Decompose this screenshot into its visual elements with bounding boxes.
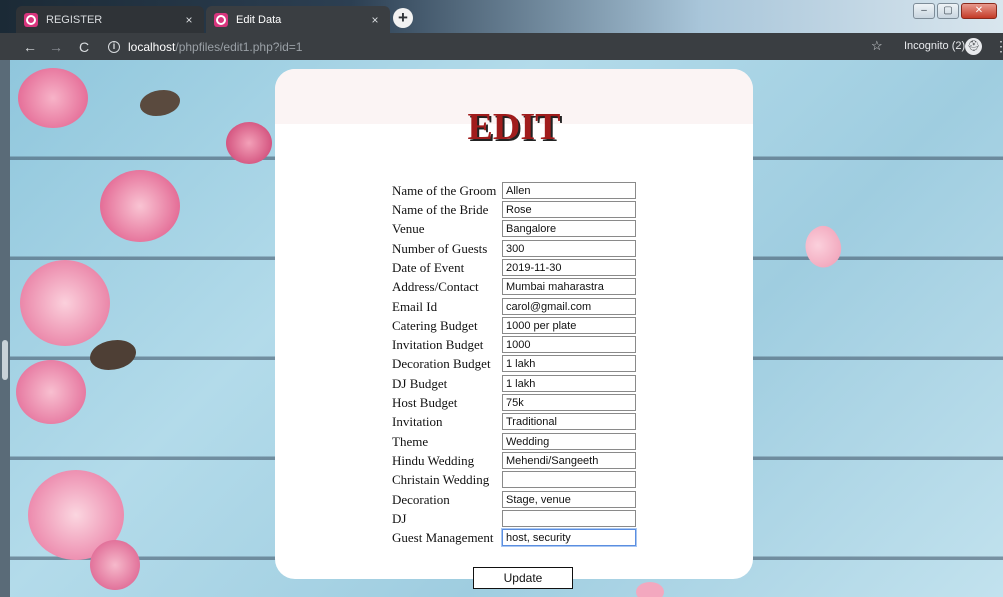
form-row-dj: DJ (392, 509, 636, 528)
bookmark-star-icon[interactable]: ☆ (871, 38, 883, 54)
close-icon[interactable]: × (182, 13, 196, 27)
tab-label: REGISTER (46, 13, 103, 26)
flower-decoration (100, 170, 180, 242)
form-row-address: Address/Contact (392, 277, 636, 296)
maximize-icon[interactable]: ▢ (937, 3, 959, 19)
form-row-dj-budget: DJ Budget (392, 374, 636, 393)
flower-decoration (226, 122, 272, 164)
back-arrow-icon[interactable]: ← (20, 39, 40, 55)
form-row-theme: Theme (392, 432, 636, 451)
field-label: Number of Guests (392, 240, 488, 256)
site-favicon-icon (214, 12, 228, 27)
field-label: Venue (392, 220, 425, 236)
decoration-budget-input[interactable] (502, 355, 636, 372)
form-row-decoration-budget: Decoration Budget (392, 354, 636, 373)
field-label: Guest Management (392, 529, 494, 545)
invitation-budget-input[interactable] (502, 336, 636, 353)
edit-form-card: EDIT Name of the Groom Name of the Bride… (275, 69, 753, 589)
leaf-decoration (140, 90, 180, 116)
theme-input[interactable] (502, 433, 636, 450)
flower-decoration (16, 360, 86, 424)
page-title: EDIT (467, 106, 561, 148)
form-row-invitation-budget: Invitation Budget (392, 335, 636, 354)
address-input[interactable] (502, 278, 636, 295)
url-path: /phpfiles/edit1.php?id=1 (175, 39, 303, 54)
site-favicon-icon (24, 12, 38, 27)
left-scrollbar[interactable] (0, 60, 10, 597)
field-label: Decoration Budget (392, 355, 491, 371)
form-row-date: Date of Event (392, 258, 636, 277)
field-label: Decoration (392, 491, 450, 507)
form-row-invitation: Invitation (392, 412, 636, 431)
dj-input[interactable] (502, 510, 636, 527)
invitation-input[interactable] (502, 413, 636, 430)
field-label: Name of the Bride (392, 201, 489, 217)
catering-budget-input[interactable] (502, 317, 636, 334)
petal-decoration (797, 220, 849, 274)
form-row-guest-management: Guest Management (392, 528, 637, 547)
form-row-host-budget: Host Budget (392, 393, 636, 412)
field-label: Christain Wedding (392, 471, 490, 487)
field-label: DJ Budget (392, 375, 448, 391)
host-budget-input[interactable] (502, 394, 636, 411)
form-row-decoration: Decoration (392, 490, 636, 509)
event-date-input[interactable] (502, 259, 636, 276)
field-label: Hindu Wedding (392, 452, 475, 468)
new-tab-button[interactable]: + (393, 8, 413, 28)
christian-wedding-input[interactable] (502, 471, 636, 488)
reload-icon[interactable]: C (74, 39, 94, 55)
update-button[interactable]: Update (473, 567, 573, 589)
close-icon[interactable]: × (368, 13, 382, 27)
guests-input[interactable] (502, 240, 636, 257)
field-label: Theme (392, 433, 429, 449)
leaf-decoration (90, 340, 136, 370)
guest-management-input[interactable] (501, 528, 637, 547)
field-label: Invitation (392, 413, 443, 429)
decoration-input[interactable] (502, 491, 636, 508)
field-label: Email Id (392, 298, 438, 314)
hindu-wedding-input[interactable] (502, 452, 636, 469)
form-row-bride: Name of the Bride (392, 200, 636, 219)
tab-edit-data[interactable]: Edit Data × (206, 6, 390, 33)
flower-decoration (90, 540, 140, 590)
scrollbar-thumb[interactable] (2, 340, 8, 380)
field-label: Invitation Budget (392, 336, 484, 352)
window-controls: – ▢ ✕ (913, 3, 997, 19)
form-row-christian-wedding: Christain Wedding (392, 470, 636, 489)
field-label: Date of Event (392, 259, 465, 275)
flower-decoration (18, 68, 88, 128)
field-label: Address/Contact (392, 278, 479, 294)
dj-budget-input[interactable] (502, 375, 636, 392)
email-input[interactable] (502, 298, 636, 315)
flower-decoration (20, 260, 110, 346)
venue-input[interactable] (502, 220, 636, 237)
form-row-email: Email Id (392, 297, 636, 316)
petal-decoration (636, 582, 664, 597)
field-label: Host Budget (392, 394, 458, 410)
tab-register[interactable]: REGISTER × (16, 6, 204, 33)
info-icon[interactable]: i (108, 40, 120, 53)
bride-name-input[interactable] (502, 201, 636, 218)
address-bar[interactable]: localhost/phpfiles/edit1.php?id=1 (128, 40, 302, 54)
form-row-hindu-wedding: Hindu Wedding (392, 451, 636, 470)
forward-arrow-icon[interactable]: → (46, 39, 66, 55)
minimize-icon[interactable]: – (913, 3, 935, 19)
tab-label: Edit Data (236, 13, 282, 26)
browser-toolbar: ← → C i localhost/phpfiles/edit1.php?id=… (0, 33, 1003, 60)
page-viewport: EDIT Name of the Groom Name of the Bride… (0, 60, 1003, 597)
form-row-guests: Number of Guests (392, 239, 636, 258)
field-label: DJ (392, 510, 407, 526)
form-row-venue: Venue (392, 219, 636, 238)
menu-icon[interactable]: ⋮ (994, 38, 1003, 55)
url-host: localhost (128, 39, 176, 54)
tab-bar: REGISTER × Edit Data × + – ▢ ✕ (0, 0, 1003, 33)
form-row-groom: Name of the Groom (392, 181, 636, 200)
field-label: Name of the Groom (392, 182, 497, 198)
groom-name-input[interactable] (502, 182, 636, 199)
field-label: Catering Budget (392, 317, 478, 333)
incognito-label[interactable]: Incognito (2) (904, 40, 965, 52)
incognito-icon[interactable]: ⛑ (965, 38, 982, 55)
window-close-icon[interactable]: ✕ (961, 3, 997, 19)
form-row-catering: Catering Budget (392, 316, 636, 335)
